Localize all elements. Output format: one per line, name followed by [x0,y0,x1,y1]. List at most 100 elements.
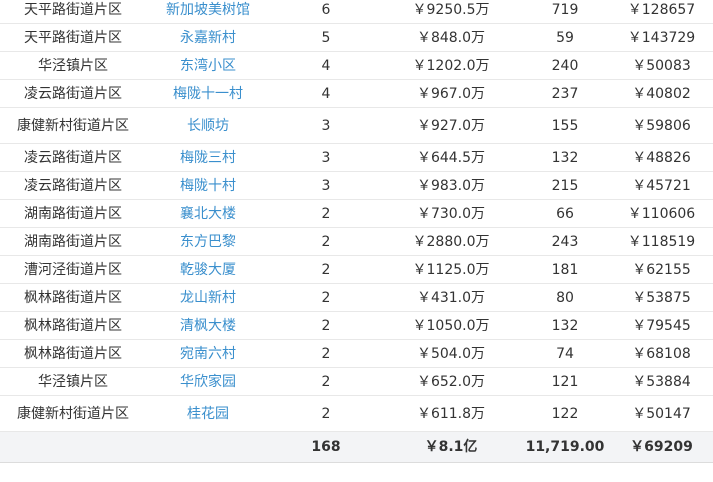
community-name-link[interactable]: 东湾小区 [146,51,270,80]
table-row: 天平路街道片区 新加坡美树馆 6 ￥9250.5万 719 ￥128657 [0,0,713,24]
area-size-cell: 719 [520,0,610,24]
area-cell: 枫林路街道片区 [0,339,146,368]
table-row: 华泾镇片区 华欣家园 2 ￥652.0万 121 ￥53884 [0,367,713,396]
table-row: 枫林路街道片区 清枫大楼 2 ￥1050.0万 132 ￥79545 [0,311,713,340]
community-name-link[interactable]: 宛南六村 [146,339,270,368]
listing-count-cell: 2 [270,339,382,368]
table-row: 枫林路街道片区 龙山新村 2 ￥431.0万 80 ￥53875 [0,283,713,312]
total-price-cell: ￥611.8万 [382,395,520,432]
listing-count-cell: 3 [270,143,382,172]
listing-count-cell: 4 [270,51,382,80]
community-name-link[interactable]: 梅陇三村 [146,143,270,172]
area-size-cell: 155 [520,107,610,144]
unit-price-cell: ￥59806 [610,107,713,144]
area-size-cell: 243 [520,227,610,256]
listing-count-cell: 2 [270,255,382,284]
community-name-link[interactable]: 永嘉新村 [146,23,270,52]
area-cell: 枫林路街道片区 [0,311,146,340]
listing-table: 天平路街道片区 新加坡美树馆 6 ￥9250.5万 719 ￥128657 天平路街道片区永… [0,0,713,463]
unit-price-cell: ￥68108 [610,339,713,368]
area-size-cell: 121 [520,367,610,396]
community-name-link[interactable]: 新加坡美树馆 [146,0,270,24]
total-price-cell: ￥1050.0万 [382,311,520,340]
listing-count-cell: 4 [270,79,382,108]
area-cell: 康健新村街道片区 [0,395,146,432]
community-name-link[interactable]: 龙山新村 [146,283,270,312]
area-cell: 枫林路街道片区 [0,283,146,312]
listing-count-cell: 2 [270,311,382,340]
table-row: 凌云路街道片区 梅陇三村 3 ￥644.5万 132 ￥48826 [0,143,713,172]
total-price-cell: ￥652.0万 [382,367,520,396]
table-row: 康健新村街道片区 桂花园 2 ￥611.8万 122 ￥50147 [0,395,713,432]
listing-count-cell: 2 [270,283,382,312]
area-size-cell: 132 [520,143,610,172]
unit-price-cell: ￥50147 [610,395,713,432]
area-cell: 康健新村街道片区 [0,107,146,144]
community-name-link[interactable]: 清枫大楼 [146,311,270,340]
community-name-link[interactable]: 桂花园 [146,395,270,432]
summary-community-name-cell [146,431,270,463]
total-price-cell: ￥9250.5万 [382,0,520,24]
total-price-cell: ￥644.5万 [382,143,520,172]
listing-count-cell: 5 [270,23,382,52]
summary-row: 168 ￥8.1亿 11,719.00 ￥69209 [0,431,713,463]
table-row: 凌云路街道片区 梅陇十一村 4 ￥967.0万 237 ￥40802 [0,79,713,108]
total-price-cell: ￥504.0万 [382,339,520,368]
unit-price-cell: ￥50083 [610,51,713,80]
unit-price-cell: ￥40802 [610,79,713,108]
summary-listing-count-cell: 168 [270,431,382,463]
area-cell: 凌云路街道片区 [0,143,146,172]
total-price-cell: ￥2880.0万 [382,227,520,256]
unit-price-cell: ￥45721 [610,171,713,200]
community-name-link[interactable]: 东方巴黎 [146,227,270,256]
listing-table-body: 天平路街道片区 新加坡美树馆 6 ￥9250.5万 719 ￥128657 天平路街道片区永… [0,0,713,463]
unit-price-cell: ￥53884 [610,367,713,396]
summary-unit-price-cell: ￥69209 [610,431,713,463]
listing-count-cell: 3 [270,107,382,144]
total-price-cell: ￥1202.0万 [382,51,520,80]
table-row: 天平路街道片区 永嘉新村 5 ￥848.0万 59 ￥143729 [0,23,713,52]
table-row: 枫林路街道片区 宛南六村 2 ￥504.0万 74 ￥68108 [0,339,713,368]
total-price-cell: ￥848.0万 [382,23,520,52]
summary-area-size-cell: 11,719.00 [520,431,610,463]
summary-area-cell [0,431,146,463]
area-cell: 凌云路街道片区 [0,79,146,108]
unit-price-cell: ￥48826 [610,143,713,172]
table-row: 湖南路街道片区 襄北大楼 2 ￥730.0万 66 ￥110606 [0,199,713,228]
listing-count-cell: 2 [270,367,382,396]
area-cell: 漕河泾街道片区 [0,255,146,284]
community-name-link[interactable]: 华欣家园 [146,367,270,396]
area-size-cell: 59 [520,23,610,52]
community-name-link[interactable]: 梅陇十村 [146,171,270,200]
listing-count-cell: 6 [270,0,382,24]
community-name-link[interactable]: 襄北大楼 [146,199,270,228]
unit-price-cell: ￥79545 [610,311,713,340]
area-cell: 凌云路街道片区 [0,171,146,200]
listing-count-cell: 2 [270,227,382,256]
community-name-link[interactable]: 梅陇十一村 [146,79,270,108]
community-name-link[interactable]: 乾骏大厦 [146,255,270,284]
area-size-cell: 215 [520,171,610,200]
area-size-cell: 74 [520,339,610,368]
table-row: 凌云路街道片区 梅陇十村 3 ￥983.0万 215 ￥45721 [0,171,713,200]
summary-total-price-cell: ￥8.1亿 [382,431,520,463]
unit-price-cell: ￥143729 [610,23,713,52]
total-price-cell: ￥983.0万 [382,171,520,200]
total-price-cell: ￥730.0万 [382,199,520,228]
total-price-cell: ￥967.0万 [382,79,520,108]
unit-price-cell: ￥118519 [610,227,713,256]
table-row: 华泾镇片区 东湾小区 4 ￥1202.0万 240 ￥50083 [0,51,713,80]
listing-count-cell: 2 [270,199,382,228]
area-cell: 湖南路街道片区 [0,227,146,256]
table-row: 康健新村街道片区 长顺坊 3 ￥927.0万 155 ￥59806 [0,107,713,144]
community-name-link[interactable]: 长顺坊 [146,107,270,144]
listing-count-cell: 3 [270,171,382,200]
area-cell: 华泾镇片区 [0,367,146,396]
total-price-cell: ￥431.0万 [382,283,520,312]
area-cell: 湖南路街道片区 [0,199,146,228]
table-row: 漕河泾街道片区 乾骏大厦 2 ￥1125.0万 181 ￥62155 [0,255,713,284]
area-size-cell: 66 [520,199,610,228]
unit-price-cell: ￥53875 [610,283,713,312]
area-cell: 天平路街道片区 [0,23,146,52]
area-size-cell: 122 [520,395,610,432]
